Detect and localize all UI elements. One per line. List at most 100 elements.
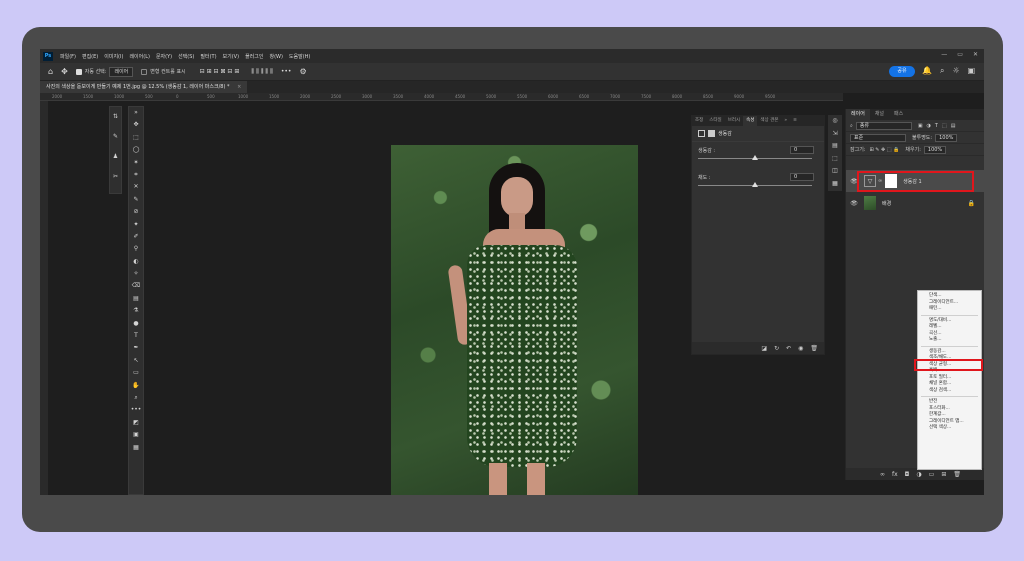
eye-icon[interactable]: 👁 (849, 200, 859, 207)
menu-help[interactable]: 도움말(H) (289, 53, 310, 60)
menu-plugins[interactable]: 플러그인 (245, 53, 263, 60)
tab-layers[interactable]: 레이어 (846, 109, 870, 120)
tool-icon[interactable]: ✎ (110, 127, 121, 147)
layer-background[interactable]: 👁 배경 🔒 (846, 192, 984, 214)
saturation-slider-thumb[interactable] (752, 182, 758, 187)
character-panel-icon[interactable]: ▦ (828, 178, 842, 191)
saturation-value-field[interactable]: 0 (790, 173, 814, 181)
filter-type-icon[interactable]: T (935, 123, 938, 129)
tool-icon[interactable]: ♟ (110, 147, 121, 167)
share-button[interactable]: 공유 (889, 66, 915, 77)
paragraph-panel-icon[interactable]: ◫ (828, 165, 842, 178)
eyedropper-icon[interactable]: ✎ (129, 194, 143, 206)
document-photo[interactable] (391, 145, 638, 495)
menu-edit[interactable]: 편집(E) (82, 53, 98, 60)
filter-pixel-icon[interactable]: ▣ (918, 123, 923, 129)
auto-select-checkbox[interactable] (75, 68, 82, 75)
filter-adjust-icon[interactable]: ◑ (927, 123, 931, 129)
tab-brushes[interactable]: 브러시 (725, 116, 743, 126)
minimize-icon[interactable]: — (941, 51, 947, 58)
view-previous-icon[interactable]: ↻ (774, 345, 779, 352)
layer-filter-dropdown[interactable]: 종류 (855, 121, 912, 130)
menu-exposure[interactable]: 노출... (918, 337, 981, 344)
auto-select-dropdown[interactable]: 레이어 (109, 66, 134, 77)
workspace-icon[interactable]: ▣ (968, 66, 976, 76)
lasso-icon[interactable]: ◯ (129, 144, 143, 156)
tab-styles[interactable]: 스타일 (706, 116, 724, 126)
eraser-icon[interactable]: ⌫ (129, 280, 143, 292)
discover-icon[interactable]: ☼ (952, 66, 959, 76)
spot-heal-icon[interactable]: ⊘ (129, 206, 143, 218)
new-adjustment-icon[interactable]: ◑ (916, 471, 921, 478)
color-panel-icon[interactable]: ◎ (828, 115, 842, 128)
type-icon[interactable]: T (129, 330, 143, 342)
lock-options-icon[interactable]: ⊞ ✎ ✥ ⬚ 🔒 (870, 147, 900, 153)
zoom-icon[interactable]: ⌕ (129, 392, 143, 404)
close-tab-icon[interactable]: × (237, 84, 241, 90)
new-group-icon[interactable]: ▭ (929, 471, 935, 478)
screen-mode-icon[interactable]: ▦ (129, 442, 143, 454)
trash-icon[interactable]: 🗑 (810, 345, 818, 352)
art-history-icon[interactable]: ✧ (129, 268, 143, 280)
tab-paths[interactable]: 패스 (889, 109, 908, 120)
tab-properties[interactable]: 속성 (743, 116, 758, 126)
quick-mask-icon[interactable]: ▣ (129, 429, 143, 441)
collapse-icon[interactable]: » (129, 107, 143, 119)
home-icon[interactable]: ⌂ (48, 67, 53, 76)
menu-color-lookup[interactable]: 색상 검색... (918, 388, 981, 395)
clip-to-layer-icon[interactable]: ◪ (761, 345, 767, 352)
search-icon[interactable]: ⌕ (940, 66, 944, 76)
path-select-icon[interactable]: ↖ (129, 355, 143, 367)
quick-select-icon[interactable]: ✶ (129, 157, 143, 169)
maximize-icon[interactable]: ▭ (957, 51, 963, 58)
menu-file[interactable]: 파일(F) (60, 53, 76, 60)
tab-adjustments[interactable]: 조정 (692, 116, 706, 126)
adjust-panel-icon[interactable]: ⇲ (828, 128, 842, 141)
menu-window[interactable]: 창(W) (269, 53, 282, 60)
rectangle-icon[interactable]: ▭ (129, 367, 143, 379)
blend-mode-dropdown[interactable]: 표준 (850, 133, 906, 142)
filter-shape-icon[interactable]: ⬚ (942, 123, 947, 129)
shapes-panel-icon[interactable]: ⬚ (828, 153, 842, 166)
filter-smart-icon[interactable]: ▤ (951, 123, 956, 129)
gradient-icon[interactable]: ▤ (129, 293, 143, 305)
link-layers-icon[interactable]: ∞ (880, 471, 885, 478)
marquee-icon[interactable]: ⬚ (129, 132, 143, 144)
move-tool-icon[interactable]: ✥ (61, 67, 68, 76)
patch-icon[interactable]: ✦ (129, 219, 143, 231)
menu-select[interactable]: 선택(S) (178, 53, 194, 60)
tool-icon[interactable]: ⇅ (110, 107, 121, 127)
reset-icon[interactable]: ↶ (786, 345, 791, 352)
bell-icon[interactable]: 🔔 (922, 66, 932, 76)
panel-more-icon[interactable]: » (781, 116, 790, 126)
tab-channels[interactable]: 채널 (870, 109, 889, 120)
mask-icon[interactable] (708, 130, 715, 137)
stamp-icon[interactable]: ⚲ (129, 243, 143, 255)
menu-layer[interactable]: 레이어(L) (129, 53, 150, 60)
menu-selective-color[interactable]: 선택 색상... (918, 425, 981, 432)
libraries-panel-icon[interactable]: ▤ (828, 140, 842, 153)
more-options-icon[interactable]: ••• (281, 68, 292, 75)
more-tools-icon[interactable]: ••• (129, 404, 143, 416)
opacity-field[interactable]: 100% (935, 133, 958, 142)
brush-icon[interactable]: ✐ (129, 231, 143, 243)
move-icon[interactable]: ✥ (129, 119, 143, 131)
new-layer-icon[interactable]: ⊞ (941, 471, 946, 478)
transform-controls-checkbox[interactable] (141, 68, 148, 75)
tool-icon[interactable]: ✂ (110, 167, 121, 187)
delete-layer-icon[interactable]: 🗑 (953, 471, 961, 478)
panel-menu-icon[interactable]: ≡ (790, 116, 800, 126)
vibrance-slider-thumb[interactable] (752, 155, 758, 160)
menu-view[interactable]: 보기(V) (223, 53, 240, 60)
menu-type[interactable]: 문자(Y) (156, 53, 172, 60)
add-mask-icon[interactable]: ◘ (905, 471, 910, 478)
menu-filter[interactable]: 필터(T) (200, 53, 216, 60)
menu-pattern[interactable]: 패턴... (918, 306, 981, 313)
crop-icon[interactable]: ⌗ (129, 169, 143, 181)
fx-icon[interactable]: fx (892, 471, 898, 478)
hand-icon[interactable]: ✋ (129, 380, 143, 392)
gear-icon[interactable]: ⚙ (299, 67, 306, 76)
dodge-icon[interactable]: ● (129, 318, 143, 330)
distribute-icon[interactable]: ⫼ ⫼ ⫼ ⫼ ⫼ (251, 68, 272, 76)
color-swatch-icon[interactable]: ◩ (129, 417, 143, 429)
